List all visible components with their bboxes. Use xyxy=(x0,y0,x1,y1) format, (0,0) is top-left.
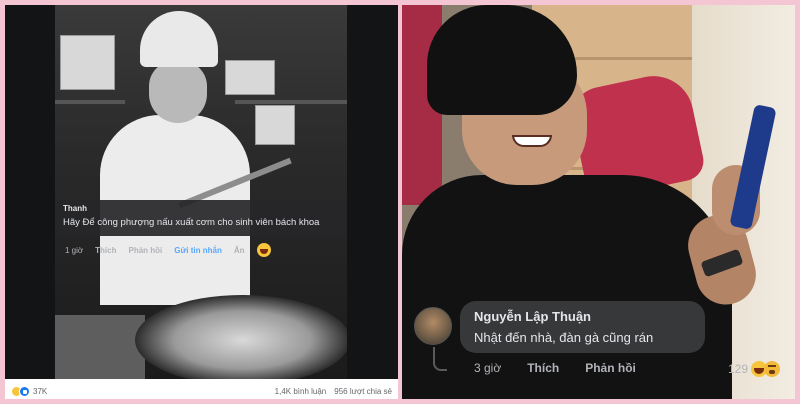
counter xyxy=(55,315,145,379)
like-button[interactable]: Thích xyxy=(527,361,559,375)
comment-bubble: Nguyễn Lập Thuận Nhật đến nhà, đàn gà cũ… xyxy=(460,301,705,353)
laugh-emoji-icon xyxy=(256,243,271,257)
reply-button[interactable]: Phản hồi xyxy=(129,246,163,255)
comment-actions: 3 giờ Thích Phản hồi xyxy=(474,361,636,375)
reply-connector xyxy=(433,347,447,371)
reaction-count[interactable]: 37K xyxy=(33,387,47,396)
box xyxy=(255,105,295,145)
box xyxy=(225,60,275,95)
like-reaction-icon[interactable] xyxy=(19,385,30,397)
smile xyxy=(512,135,552,147)
right-post: Nguyễn Lập Thuận Nhật đến nhà, đàn gà cũ… xyxy=(402,5,795,399)
comment-time: 1 giờ xyxy=(65,245,84,255)
shelf xyxy=(55,100,125,104)
box xyxy=(60,35,115,90)
reply-button[interactable]: Phản hồi xyxy=(585,361,636,375)
chef-face xyxy=(149,61,207,123)
comment-overlay: Nguyễn Lập Thuận Nhật đến nhà, đàn gà cũ… xyxy=(410,297,795,387)
comment-author[interactable]: Nguyễn Lập Thuận xyxy=(474,309,691,325)
like-button[interactable]: Thích xyxy=(95,246,116,255)
wow-reaction-icon xyxy=(764,361,781,377)
chef-photo[interactable]: Thanh Hãy Để công phượng nấu xuất cơm ch… xyxy=(5,5,398,379)
comment-text: Hãy Để công phượng nấu xuất cơm cho sinh… xyxy=(63,217,320,228)
footer-stats: 1,4K bình luận 956 lượt chia sẻ xyxy=(275,387,392,396)
comment-time: 3 giờ xyxy=(474,361,502,375)
comment-reactions[interactable]: 129 xyxy=(728,361,781,377)
chef-hat xyxy=(140,11,218,67)
left-post: Thanh Hãy Để công phượng nấu xuất cơm ch… xyxy=(5,5,398,399)
comment-bubble: Thanh Hãy Để công phượng nấu xuất cơm ch… xyxy=(57,200,347,236)
shelf xyxy=(235,100,347,104)
share-count[interactable]: 956 lượt chia sẻ xyxy=(334,387,392,396)
hide-button[interactable]: Ẩn xyxy=(234,246,245,255)
reaction-count: 129 xyxy=(728,362,749,376)
avatar[interactable] xyxy=(414,307,452,345)
post-footer: 37K 1,4K bình luận 956 lượt chia sẻ xyxy=(5,383,398,399)
wok xyxy=(135,295,347,379)
comment-overlay: Thanh Hãy Để công phượng nấu xuất cơm ch… xyxy=(57,200,347,270)
kitchen-scene xyxy=(55,5,347,379)
comment-actions: 1 giờ Thích Phản hồi Gửi tin nhắn Ẩn xyxy=(65,243,271,257)
comment-text: Nhật đến nhà, đàn gà cũng rán xyxy=(474,330,654,345)
send-message-button[interactable]: Gửi tin nhắn xyxy=(174,246,222,255)
comment-author[interactable]: Thanh xyxy=(63,204,341,214)
comment-count[interactable]: 1,4K bình luận xyxy=(275,387,327,396)
